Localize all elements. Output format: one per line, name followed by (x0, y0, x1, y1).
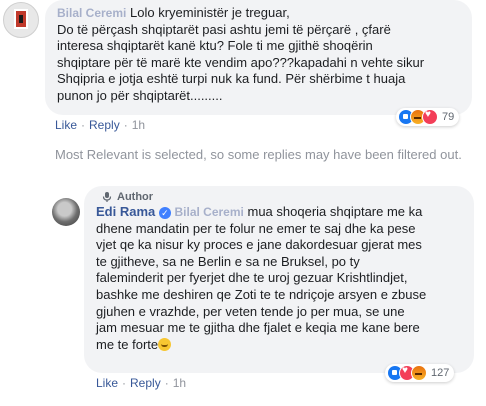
reply-author-name[interactable]: Edi Rama (96, 204, 155, 219)
reply-body: Edi Rama ✓ Bilal Ceremi mua shoqeria shq… (96, 204, 462, 353)
timestamp[interactable]: 1h (132, 118, 145, 132)
reply-text: mua shoqeria shqiptare me ka dhene manda… (96, 204, 427, 352)
commenter-name[interactable]: Bilal Ceremi (57, 5, 126, 20)
microphone-icon (102, 192, 112, 202)
commenter-avatar[interactable] (3, 2, 39, 38)
reaction-count: 79 (442, 111, 455, 123)
comment-bubble: Bilal Ceremi Lolo kryeministër je tregua… (45, 0, 472, 115)
heart-icon (422, 109, 438, 125)
comment-reactions[interactable]: 79 (396, 108, 460, 126)
separator: · (123, 118, 128, 132)
author-badge-label: Author (117, 191, 154, 203)
reply-link[interactable]: Reply (89, 118, 120, 132)
mention-name[interactable]: Bilal Ceremi (175, 205, 244, 219)
reaction-count: 127 (431, 367, 450, 379)
comment-body: Bilal Ceremi Lolo kryeministër je tregua… (57, 5, 460, 105)
separator: · (81, 118, 86, 132)
like-link[interactable]: Like (96, 376, 118, 390)
reply-actions: Like · Reply · 1h (96, 376, 186, 390)
reply-author-avatar[interactable] (52, 198, 80, 226)
comment-actions: Like · Reply · 1h (55, 118, 145, 132)
verified-badge-icon: ✓ (158, 207, 171, 219)
albanian-flag-icon (14, 9, 28, 29)
reply-link[interactable]: Reply (130, 376, 161, 390)
timestamp[interactable]: 1h (173, 376, 186, 390)
filter-notice: Most Relevant is selected, so some repli… (55, 147, 462, 162)
reply-bubble: Author Edi Rama ✓ Bilal Ceremi mua shoqe… (84, 186, 474, 373)
separator: · (122, 376, 127, 390)
reply-reactions[interactable]: 127 (385, 364, 455, 382)
author-badge: Author (101, 190, 462, 204)
angry-icon (411, 365, 427, 381)
separator: · (164, 376, 169, 390)
smiling-emoji-icon (158, 337, 172, 351)
like-link[interactable]: Like (55, 118, 77, 132)
